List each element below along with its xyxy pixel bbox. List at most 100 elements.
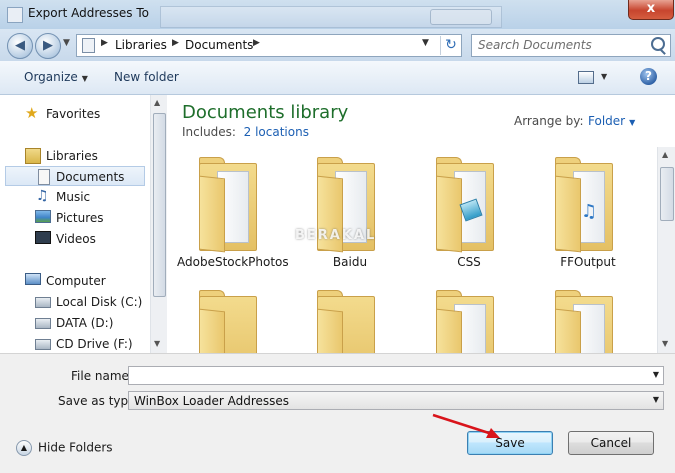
folder-icon: ♫ [555,157,613,253]
folder-icon [555,290,613,353]
sidebar-item-label: Videos [56,232,96,246]
annotation-arrow-icon [432,413,500,438]
file-name-input[interactable] [133,368,633,383]
chevron-down-icon[interactable]: ▼ [601,72,607,81]
folder-icon [199,157,257,253]
item-label: FFOutput [560,255,616,269]
list-item[interactable] [414,290,524,353]
item-label: CSS [457,255,481,269]
export-dialog: Export Addresses To x ◀ ▶ ▼ ▶ Libraries … [0,0,675,473]
back-button[interactable]: ◀ [7,33,33,59]
save-type-select[interactable]: WinBox Loader Addresses ▼ [128,391,664,410]
folder-icon [436,157,494,253]
file-name-field[interactable]: ▼ [128,366,664,385]
organize-menu[interactable]: Organize ▼ [24,70,88,84]
window-title: Export Addresses To [28,6,149,20]
folder-icon [436,290,494,353]
sidebar-item-label: Favorites [46,107,101,121]
scroll-up-icon[interactable]: ▲ [662,150,668,159]
help-icon[interactable]: ? [640,68,657,85]
chevron-down-icon[interactable]: ▼ [653,395,659,404]
sidebar-item-cd-drive-f[interactable]: CD Drive (F:) [5,334,145,354]
pictures-icon [35,210,51,223]
background-button-ghost [430,9,492,25]
chevron-down-icon[interactable]: ▼ [422,38,429,48]
scrollbar-thumb[interactable] [153,113,166,297]
music-note-icon: ♫ [581,201,598,222]
sidebar-item-data-d[interactable]: DATA (D:) [5,313,145,333]
organize-label: Organize [24,70,78,84]
folder-icon [199,290,257,353]
sidebar-item-videos[interactable]: Videos [5,229,145,249]
new-folder-button[interactable]: New folder [114,70,179,84]
drive-icon [35,297,51,308]
sidebar-item-pictures[interactable]: Pictures [5,208,145,228]
chevron-right-icon[interactable]: ▶ [101,38,108,48]
sidebar-item-label: CD Drive (F:) [56,337,133,351]
sidebar-item-computer[interactable]: Computer [5,271,145,291]
list-item[interactable] [533,290,643,353]
forward-button[interactable]: ▶ [35,33,61,59]
recent-locations-icon[interactable]: ▼ [63,38,70,48]
sidebar-item-music[interactable]: ♫ Music [5,187,145,207]
library-icon [25,148,41,164]
arrange-by-dropdown[interactable]: Folder ▼ [588,114,635,128]
locations-link[interactable]: 2 locations [244,125,309,139]
breadcrumb-libraries[interactable]: Libraries [115,38,167,52]
window-icon [7,7,23,23]
sidebar-item-label: Computer [46,274,106,288]
computer-icon [25,273,41,285]
list-item[interactable] [295,290,405,353]
location-icon [82,38,95,53]
cd-drive-icon [35,339,51,350]
music-icon: ♫ [36,188,49,204]
sidebar-item-label: Local Disk (C:) [56,295,143,309]
arrange-by-value: Folder [588,114,626,128]
scrollbar-thumb[interactable] [660,167,674,221]
star-icon: ★ [25,104,39,122]
address-bar[interactable]: ▶ Libraries ▶ Documents ▶ ▼ ↻ [76,34,462,57]
content-scrollbar[interactable]: ▲ ▼ [657,147,675,353]
navigation-scrollbar[interactable]: ▲ ▼ [150,95,167,353]
hide-folders-label: Hide Folders [38,440,113,455]
videos-icon [35,231,51,244]
hide-folders-toggle[interactable]: ▲ Hide Folders [16,440,113,456]
address-row: ◀ ▶ ▼ ▶ Libraries ▶ Documents ▶ ▼ ↻ Sear… [0,29,675,61]
breadcrumb-documents[interactable]: Documents [185,38,253,52]
documents-icon [38,169,50,185]
watermark: BERAKAL [295,228,377,243]
list-item[interactable] [177,290,287,353]
search-placeholder: Search Documents [478,38,592,52]
scroll-up-icon[interactable]: ▲ [154,98,160,107]
chevron-right-icon[interactable]: ▶ [172,38,179,48]
drive-icon [35,318,51,329]
library-includes: Includes: 2 locations [182,125,309,139]
sidebar-item-favorites[interactable]: ★ Favorites [5,104,145,124]
item-label: AdobeStockPhotos [177,255,289,269]
sidebar-item-libraries[interactable]: Libraries [5,146,145,166]
file-list-pane: Documents library Includes: 2 locations … [167,95,675,353]
library-title: Documents library [182,102,349,123]
command-bar: Organize ▼ New folder ▼ ? [0,61,675,95]
scroll-down-icon[interactable]: ▼ [154,339,160,348]
close-button[interactable]: x [628,0,674,20]
search-input[interactable]: Search Documents [471,34,671,57]
chevron-down-icon: ▼ [81,74,88,83]
chevron-up-icon: ▲ [16,440,32,456]
chevron-down-icon[interactable]: ▼ [653,370,659,379]
title-bar: Export Addresses To x [0,0,675,29]
refresh-icon[interactable]: ↻ [440,36,461,55]
save-form: File name: ▼ Save as type: WinBox Loader… [0,353,675,421]
file-name-label: File name: [71,369,133,383]
search-icon[interactable] [651,37,665,51]
sidebar-item-label: DATA (D:) [56,316,114,330]
chevron-right-icon[interactable]: ▶ [253,38,260,48]
sidebar-item-documents[interactable]: Documents [5,166,145,186]
folder-icon [317,290,375,353]
change-view-icon[interactable] [578,71,594,84]
sidebar-item-label: Music [56,190,91,204]
cancel-button[interactable]: Cancel [568,431,654,455]
navigation-pane: ★ Favorites Libraries Documents ♫ Music … [5,95,167,354]
sidebar-item-local-disk-c[interactable]: Local Disk (C:) [5,292,145,312]
scroll-down-icon[interactable]: ▼ [662,339,668,348]
